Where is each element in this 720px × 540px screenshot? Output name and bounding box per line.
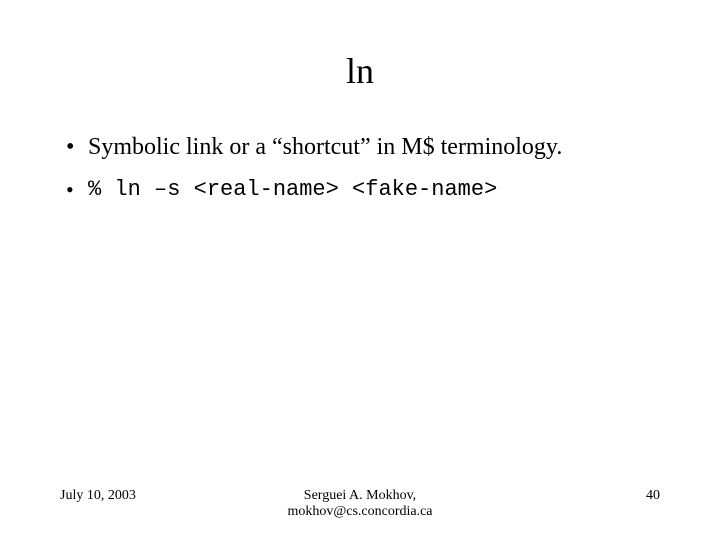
footer-date: July 10, 2003 (60, 488, 260, 504)
footer-page-number: 40 (460, 488, 660, 504)
bullet-list: Symbolic link or a “shortcut” in M$ term… (60, 132, 660, 205)
slide-title: ln (60, 50, 660, 92)
bullet-item-code: % ln –s <real-name> <fake-name> (60, 176, 660, 205)
footer-author: Serguei A. Mokhov, mokhov@cs.concordia.c… (260, 488, 460, 520)
footer-author-email: mokhov@cs.concordia.ca (260, 504, 460, 520)
slide-footer: July 10, 2003 Serguei A. Mokhov, mokhov@… (0, 488, 720, 520)
bullet-item: Symbolic link or a “shortcut” in M$ term… (60, 132, 660, 162)
footer-author-name: Serguei A. Mokhov, (260, 488, 460, 504)
slide: ln Symbolic link or a “shortcut” in M$ t… (0, 0, 720, 540)
